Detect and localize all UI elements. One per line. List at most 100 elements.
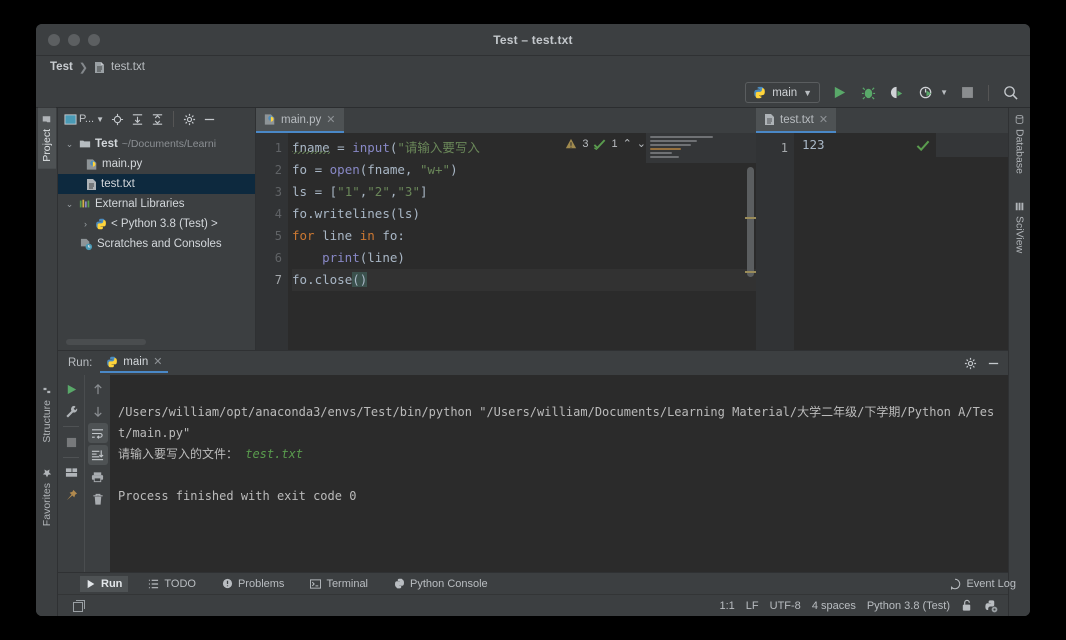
- inspection-check-icon: [593, 138, 606, 150]
- bottom-tab-problems[interactable]: Problems: [216, 576, 290, 592]
- run-tab-main[interactable]: main ✕: [100, 353, 168, 373]
- sidebar-item-favorites[interactable]: Favorites: [38, 461, 56, 533]
- breadcrumb-file[interactable]: test.txt: [111, 61, 145, 73]
- soft-wrap-icon[interactable]: [88, 423, 108, 443]
- run-coverage-icon[interactable]: [887, 83, 907, 103]
- green-check-icon[interactable]: [916, 139, 930, 152]
- pin-icon[interactable]: [61, 485, 81, 505]
- print-icon[interactable]: [88, 467, 108, 487]
- tree-item-main-py[interactable]: main.py: [58, 154, 255, 174]
- close-icon[interactable]: ✕: [326, 113, 335, 126]
- close-icon[interactable]: ✕: [819, 113, 828, 126]
- tree-item-test[interactable]: ⌄ Test ~/Documents/Learni: [58, 134, 255, 154]
- python-settings-icon[interactable]: [984, 599, 998, 613]
- scroll-end-icon[interactable]: [88, 445, 108, 465]
- tree-item-test-txt[interactable]: test.txt: [58, 174, 255, 194]
- warning-count: 3: [582, 138, 588, 150]
- stop-icon[interactable]: [61, 432, 81, 452]
- editor-splits: main.py ✕ 1 2 3 4 5: [256, 108, 1008, 350]
- zoom-window-button[interactable]: [88, 34, 100, 46]
- bottom-tab-python-console[interactable]: Python Console: [388, 576, 494, 592]
- tree-item-label: Scratches and Consoles: [97, 238, 222, 250]
- expand-all-icon[interactable]: [131, 113, 144, 126]
- wrench-icon[interactable]: [61, 401, 81, 421]
- run-configuration-label: main: [772, 87, 797, 99]
- bottom-tab-todo[interactable]: TODO: [142, 576, 202, 592]
- window-title: Test – test.txt: [36, 33, 1030, 47]
- debug-icon[interactable]: [858, 83, 878, 103]
- editor-tab-label: main.py: [281, 114, 321, 126]
- settings-icon[interactable]: [183, 113, 196, 126]
- toggle-tool-windows-icon[interactable]: [72, 599, 86, 613]
- code-area[interactable]: 1 2 3 4 5 6 7 fname = input("请输入要写入: [256, 133, 756, 350]
- run-configuration-selector[interactable]: main ▼: [745, 82, 820, 103]
- rerun-icon[interactable]: [61, 379, 81, 399]
- editor-tab-test-txt[interactable]: test.txt ✕: [756, 108, 836, 133]
- editor-scrollbar[interactable]: [747, 167, 754, 277]
- code-minimap[interactable]: [646, 133, 756, 163]
- bottom-tab-run[interactable]: Run: [80, 576, 128, 592]
- close-window-button[interactable]: [48, 34, 60, 46]
- hide-icon[interactable]: [987, 357, 1000, 370]
- bottom-tab-terminal[interactable]: Terminal: [304, 576, 374, 592]
- profile-dropdown-icon[interactable]: ▼: [940, 88, 948, 97]
- close-icon[interactable]: ✕: [153, 355, 162, 368]
- caret-position[interactable]: 1:1: [720, 600, 735, 612]
- tree-item-scratches[interactable]: Scratches and Consoles: [58, 234, 255, 254]
- minimize-window-button[interactable]: [68, 34, 80, 46]
- next-highlight-icon[interactable]: ⌄: [637, 137, 646, 150]
- warning-triangle-icon: [565, 138, 577, 150]
- project-horizontal-scrollbar[interactable]: [66, 339, 146, 345]
- run-icon[interactable]: [829, 83, 849, 103]
- file-encoding[interactable]: UTF-8: [770, 600, 801, 612]
- event-log-button[interactable]: Event Log: [949, 578, 1016, 590]
- code-line-5: for line in fo:: [292, 225, 756, 247]
- indent-setting[interactable]: 4 spaces: [812, 600, 856, 612]
- inspection-widget[interactable]: 3 1 ⌃ ⌄: [565, 137, 646, 150]
- code-area-secondary[interactable]: 1 123: [756, 133, 1008, 350]
- stop-icon[interactable]: [957, 83, 977, 103]
- lock-icon[interactable]: [961, 599, 973, 612]
- chevron-down-icon[interactable]: ⌄: [64, 199, 75, 210]
- traffic-lights[interactable]: [36, 34, 100, 46]
- code-text[interactable]: fname = input("请输入要写入 fo = open(fname, "…: [288, 133, 756, 350]
- sidebar-item-structure[interactable]: Structure: [38, 379, 56, 450]
- profile-icon[interactable]: [916, 83, 936, 103]
- bottom-tab-label: Terminal: [326, 578, 368, 590]
- warning-marker[interactable]: [745, 271, 756, 273]
- sidebar-item-sciview[interactable]: SciView: [1011, 195, 1029, 260]
- settings-icon[interactable]: [964, 357, 977, 370]
- project-tree: ⌄ Test ~/Documents/Learni main.py: [58, 130, 255, 339]
- interpreter-label[interactable]: Python 3.8 (Test): [867, 600, 950, 612]
- chevron-right-icon[interactable]: ›: [80, 219, 91, 229]
- console-output[interactable]: /Users/william/opt/anaconda3/envs/Test/b…: [110, 375, 1008, 572]
- secondary-minimap[interactable]: [936, 133, 1008, 157]
- ide-window: Test – test.txt Test ❯ test.txt main ▼: [36, 24, 1030, 616]
- prev-highlight-icon[interactable]: ⌃: [623, 137, 632, 150]
- collapse-all-icon[interactable]: [151, 113, 164, 126]
- trash-icon[interactable]: [88, 489, 108, 509]
- breadcrumb-project[interactable]: Test: [50, 61, 73, 73]
- hide-icon[interactable]: [203, 113, 216, 126]
- line-separator[interactable]: LF: [746, 600, 759, 612]
- tree-item-label: test.txt: [101, 178, 135, 190]
- layout-icon[interactable]: [61, 463, 81, 483]
- editor-tab-main-py[interactable]: main.py ✕: [256, 108, 344, 133]
- chevron-down-icon: ▼: [803, 88, 812, 98]
- line-number: 3: [256, 181, 282, 203]
- down-arrow-icon[interactable]: [88, 401, 108, 421]
- run-panel-label: Run:: [68, 357, 92, 369]
- sidebar-item-project[interactable]: Project: [38, 108, 56, 169]
- editor-pane-main: main.py ✕ 1 2 3 4 5: [256, 108, 756, 350]
- sidebar-item-database[interactable]: Database: [1011, 108, 1029, 181]
- up-arrow-icon[interactable]: [88, 379, 108, 399]
- locate-icon[interactable]: [111, 113, 124, 126]
- project-view-selector[interactable]: P... ▼: [64, 113, 104, 126]
- tree-item-external-libraries[interactable]: ⌄ External Libraries: [58, 194, 255, 214]
- tree-item-python-sdk[interactable]: › < Python 3.8 (Test) >: [58, 214, 255, 234]
- tree-item-label: Test: [95, 138, 118, 150]
- secondary-content[interactable]: 123: [794, 133, 825, 350]
- chevron-down-icon[interactable]: ⌄: [64, 139, 75, 150]
- warning-marker[interactable]: [745, 217, 756, 219]
- search-icon[interactable]: [1000, 83, 1020, 103]
